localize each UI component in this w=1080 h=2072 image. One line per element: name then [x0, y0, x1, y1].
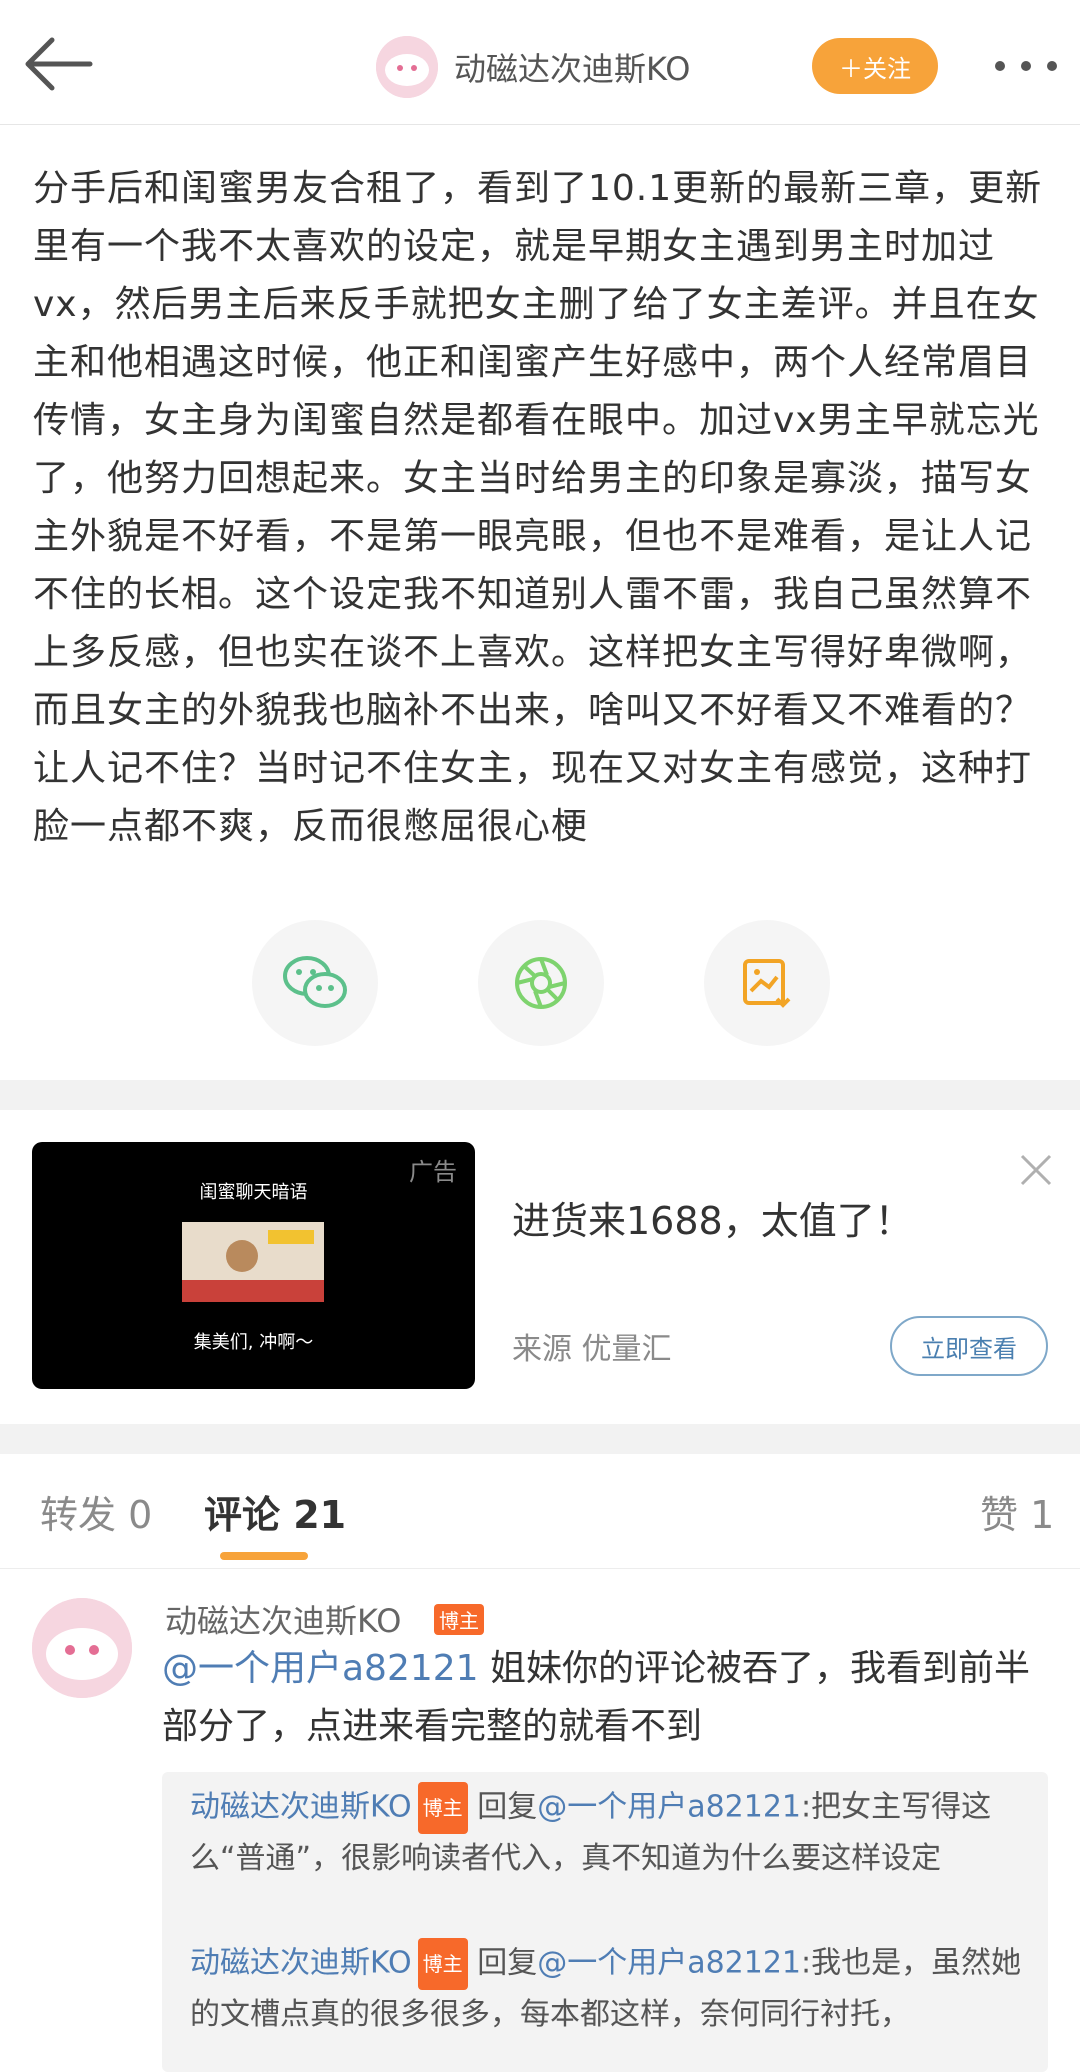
wechat-icon — [283, 956, 347, 1008]
share-row — [252, 920, 832, 1048]
reply-prefix: 回复 — [467, 1789, 538, 1825]
moments-icon — [515, 957, 567, 1009]
section-divider — [0, 1080, 1080, 1110]
author-badge: 博主 — [417, 1938, 468, 1990]
close-icon[interactable] — [1018, 1152, 1054, 1188]
comment-text: @一个用户a82121 姐妹你的评论被吞了，我看到前半部分了，点进来看完整的就看… — [162, 1640, 1042, 1756]
tab-like[interactable]: 赞 1 — [980, 1484, 1054, 1539]
reply-author[interactable]: 动磁达次迪斯KO — [190, 1790, 412, 1825]
mention-link[interactable]: @一个用户a82121 — [537, 1946, 801, 1981]
save-image-button[interactable] — [704, 920, 830, 1046]
author-name[interactable]: 动磁达次迪斯KO — [454, 44, 690, 90]
ad-title[interactable]: 进货来1688，太值了！ — [512, 1190, 913, 1245]
reply-prefix: 回复 — [467, 1945, 538, 1981]
more-options-icon[interactable] — [992, 54, 1060, 78]
back-arrow-icon[interactable] — [22, 34, 94, 94]
ad-caption-bottom: 集美们, 冲啊～ — [193, 1332, 314, 1353]
mention-link[interactable]: @一个用户a82121 — [537, 1790, 801, 1825]
tab-active-indicator — [220, 1552, 308, 1560]
commenter-avatar[interactable] — [32, 1598, 132, 1698]
mention-link[interactable]: @一个用户a82121 — [162, 1648, 479, 1689]
follow-button[interactable]: ＋关注 — [812, 38, 938, 94]
share-wechat-button[interactable] — [252, 920, 378, 1046]
ad-caption-top: 闺蜜聊天暗语 — [199, 1182, 308, 1203]
post-text: 分手后和闺蜜男友合租了，看到了10.1更新的最新三章，更新里有一个我不太喜欢的设… — [33, 168, 1043, 847]
top-bar: 动磁达次迪斯KO ＋关注 — [0, 0, 1080, 125]
save-image-icon — [743, 959, 791, 1008]
tab-bar: 转发 0 评论 21 赞 1 — [0, 1454, 1080, 1569]
share-moments-button[interactable] — [478, 920, 604, 1046]
ad-source: 来源 优量汇 — [512, 1332, 672, 1367]
comment-item: 动磁达次迪斯KO 博主 @一个用户a82121 姐妹你的评论被吞了，我看到前半部… — [0, 1570, 1080, 2072]
author-avatar[interactable] — [376, 36, 438, 98]
ad-card[interactable]: 广告 闺蜜聊天暗语 集美们, 冲啊～ 进货来1688，太值了！ 来源 优量汇 立… — [0, 1110, 1080, 1424]
reply-item: 动磁达次迪斯KO 博主 回复@一个用户a82121:把女主写得这么“普通”，很影响… — [190, 1782, 1030, 1884]
reply-item: 动磁达次迪斯KO 博主 回复@一个用户a82121:我也是，虽然她的文槽点真的很多… — [190, 1938, 1030, 2040]
ad-thumbnail — [182, 1222, 324, 1302]
tab-repost[interactable]: 转发 0 — [40, 1484, 152, 1539]
replies-box[interactable]: 动磁达次迪斯KO 博主 回复@一个用户a82121:把女主写得这么“普通”，很影响… — [162, 1772, 1048, 2072]
section-divider — [0, 1424, 1080, 1454]
author-badge: 博主 — [417, 1782, 468, 1834]
ad-cta-button[interactable]: 立即查看 — [890, 1316, 1048, 1376]
tab-comment[interactable]: 评论 21 — [204, 1484, 346, 1539]
author-badge: 博主 — [434, 1604, 484, 1635]
reply-author[interactable]: 动磁达次迪斯KO — [190, 1946, 412, 1981]
ad-video[interactable]: 广告 闺蜜聊天暗语 集美们, 冲啊～ — [32, 1142, 475, 1389]
commenter-name[interactable]: 动磁达次迪斯KO — [165, 1596, 401, 1642]
